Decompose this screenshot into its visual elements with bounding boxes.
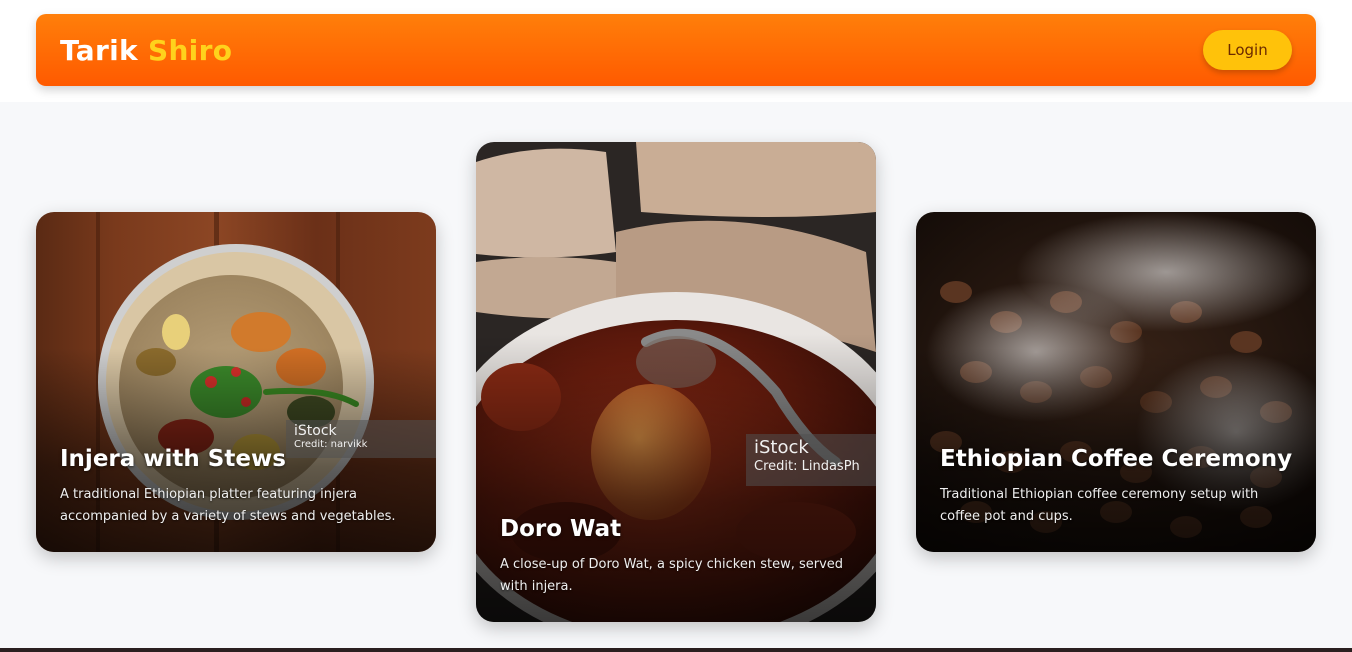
card-title: Doro Wat bbox=[500, 516, 622, 542]
card-title: Ethiopian Coffee Ceremony bbox=[940, 446, 1293, 472]
watermark-credit: Credit: narvikk bbox=[294, 439, 368, 450]
card-shade bbox=[476, 142, 876, 622]
card-injera-with-stews[interactable]: iStock Credit: narvikk Injera with Stews… bbox=[36, 212, 436, 552]
header-region: Tarik Shiro Login bbox=[0, 0, 1352, 102]
login-button[interactable]: Login bbox=[1203, 30, 1292, 70]
footer-edge bbox=[0, 648, 1352, 652]
stock-watermark: iStock Credit: narvikk bbox=[286, 420, 436, 458]
navbar: Tarik Shiro Login bbox=[36, 14, 1316, 86]
card-ethiopian-coffee-ceremony[interactable]: Ethiopian Coffee Ceremony Traditional Et… bbox=[916, 212, 1316, 552]
watermark-brand: iStock bbox=[294, 423, 337, 439]
brand-logo[interactable]: Tarik Shiro bbox=[60, 34, 232, 67]
stock-watermark: iStock Credit: LindasPh bbox=[746, 434, 876, 486]
watermark-brand: iStock bbox=[754, 437, 809, 458]
card-description: A traditional Ethiopian platter featurin… bbox=[60, 487, 396, 524]
brand-name-first: Tarik bbox=[60, 34, 138, 67]
card-description: A close-up of Doro Wat, a spicy chicken … bbox=[500, 557, 844, 594]
card-description: Traditional Ethiopian coffee ceremony se… bbox=[940, 487, 1259, 524]
card-title: Injera with Stews bbox=[60, 446, 286, 472]
brand-name-second: Shiro bbox=[147, 34, 233, 67]
card-doro-wat[interactable]: iStock Credit: LindasPh Doro Wat A close… bbox=[476, 142, 876, 622]
watermark-credit: Credit: LindasPh bbox=[754, 459, 860, 474]
